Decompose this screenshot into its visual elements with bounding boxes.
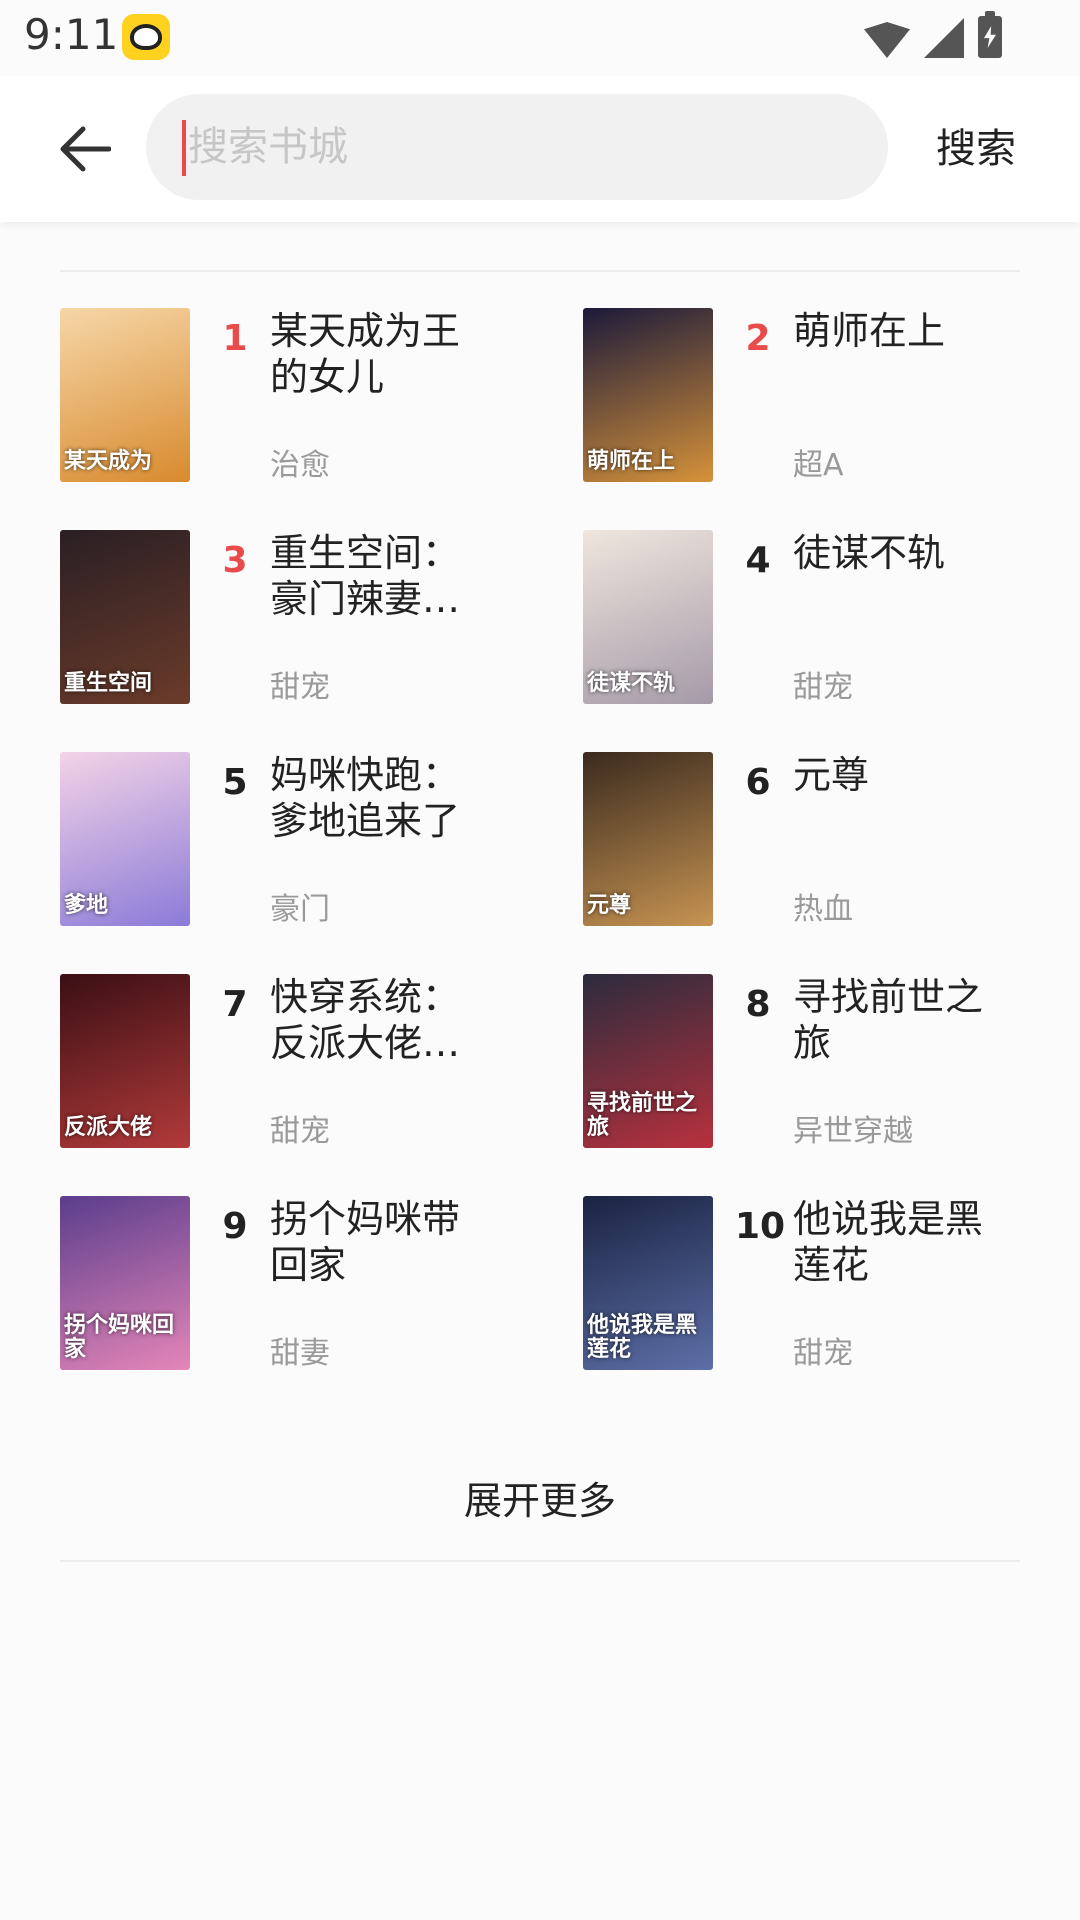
cover-title-art: 爹地: [64, 892, 109, 918]
search-input[interactable]: [188, 94, 848, 200]
book-cover[interactable]: 某天成为: [60, 308, 190, 482]
search-box[interactable]: [146, 94, 888, 200]
cover-title-art: 徒谋不轨: [587, 670, 676, 696]
book-cover[interactable]: 寻找前世之旅: [583, 974, 713, 1148]
bottom-divider: [60, 1560, 1020, 1562]
book-title[interactable]: 徒谋不轨: [793, 530, 1019, 576]
battery-icon: [978, 11, 1002, 58]
book-cover[interactable]: 反派大佬: [60, 974, 190, 1148]
book-tag: 治愈: [270, 448, 330, 483]
status-bar: 9:11: [0, 0, 1080, 76]
cover-title-art: 他说我是黑莲花: [587, 1312, 698, 1362]
cover-title-art: 元尊: [587, 892, 632, 918]
book-tag: 甜妻: [270, 1336, 330, 1371]
book-rank: 3: [222, 540, 248, 581]
cover-title-art: 反派大佬: [64, 1114, 153, 1140]
expand-more-button[interactable]: 展开更多: [0, 1470, 1080, 1525]
book-title[interactable]: 拐个妈咪带回家: [270, 1196, 496, 1288]
book-item[interactable]: 元尊 6 元尊 热血: [583, 752, 1043, 927]
book-title[interactable]: 萌师在上: [793, 308, 1019, 354]
search-header: 搜索: [0, 76, 1080, 222]
book-rank: 8: [745, 984, 771, 1025]
back-button[interactable]: [50, 114, 120, 184]
book-cover[interactable]: 元尊: [583, 752, 713, 926]
book-title[interactable]: 某天成为王的女儿: [270, 308, 496, 400]
book-rank: 5: [222, 762, 248, 803]
status-icons: [864, 11, 1002, 58]
book-cover[interactable]: 拐个妈咪回家: [60, 1196, 190, 1370]
cover-title-art: 某天成为: [64, 448, 153, 474]
text-cursor: [182, 120, 186, 176]
book-item[interactable]: 寻找前世之旅 8 寻找前世之旅 异世穿越: [583, 974, 1043, 1149]
book-item[interactable]: 徒谋不轨 4 徒谋不轨 甜宠: [583, 530, 1043, 705]
cover-title-art: 寻找前世之旅: [587, 1090, 698, 1140]
book-tag: 甜宠: [270, 670, 330, 705]
book-tag: 甜宠: [793, 670, 853, 705]
book-title[interactable]: 寻找前世之旅: [793, 974, 1019, 1066]
book-cover[interactable]: 徒谋不轨: [583, 530, 713, 704]
cover-title-art: 萌师在上: [587, 448, 676, 474]
book-item[interactable]: 爹地 5 妈咪快跑：爹地追来了豪门: [60, 752, 520, 927]
book-rank: 10: [735, 1206, 786, 1247]
book-cover[interactable]: 萌师在上: [583, 308, 713, 482]
book-tag: 异世穿越: [793, 1114, 913, 1149]
book-item[interactable]: 反派大佬 7 快穿系统：反派大佬不… 甜宠: [60, 974, 520, 1149]
book-item[interactable]: 拐个妈咪回家 9 拐个妈咪带回家甜妻: [60, 1196, 520, 1371]
book-cover[interactable]: 他说我是黑莲花: [583, 1196, 713, 1370]
book-title[interactable]: 快穿系统：反派大佬不…: [270, 974, 496, 1066]
book-item[interactable]: 他说我是黑莲花 10 他说我是黑莲花 甜宠: [583, 1196, 1043, 1371]
book-rank: 7: [222, 984, 248, 1025]
book-rank: 1: [222, 318, 248, 359]
book-tag: 甜宠: [270, 1114, 330, 1149]
book-title[interactable]: 重生空间：豪门辣妻不…: [270, 530, 496, 622]
book-tag: 超A: [793, 448, 844, 483]
signal-icon: [924, 18, 964, 58]
book-tag: 热血: [793, 892, 853, 927]
book-cover[interactable]: 重生空间: [60, 530, 190, 704]
book-title[interactable]: 妈咪快跑：爹地追来了: [270, 752, 496, 844]
search-button[interactable]: 搜索: [936, 116, 1016, 174]
book-tag: 甜宠: [793, 1336, 853, 1371]
book-rank: 9: [222, 1206, 248, 1247]
arrow-left-icon: [60, 126, 111, 172]
book-rank: 6: [745, 762, 771, 803]
status-time: 9:11: [24, 10, 119, 59]
wifi-icon: [864, 22, 910, 58]
book-rank: 4: [745, 540, 771, 581]
book-cover[interactable]: 爹地: [60, 752, 190, 926]
book-rank: 2: [745, 318, 771, 359]
top-divider: [60, 270, 1020, 272]
book-tag: 豪门: [270, 892, 330, 927]
book-item[interactable]: 某天成为 1 某天成为王的女儿治愈: [60, 308, 520, 483]
book-title[interactable]: 元尊: [793, 752, 1019, 798]
cover-title-art: 拐个妈咪回家: [64, 1312, 175, 1362]
app-notification-icon: [122, 14, 170, 60]
cover-title-art: 重生空间: [64, 670, 153, 696]
book-item[interactable]: 萌师在上 2 萌师在上 超A: [583, 308, 1043, 483]
book-title[interactable]: 他说我是黑莲花: [793, 1196, 1019, 1288]
book-item[interactable]: 重生空间 3 重生空间：豪门辣妻不… 甜宠: [60, 530, 520, 705]
